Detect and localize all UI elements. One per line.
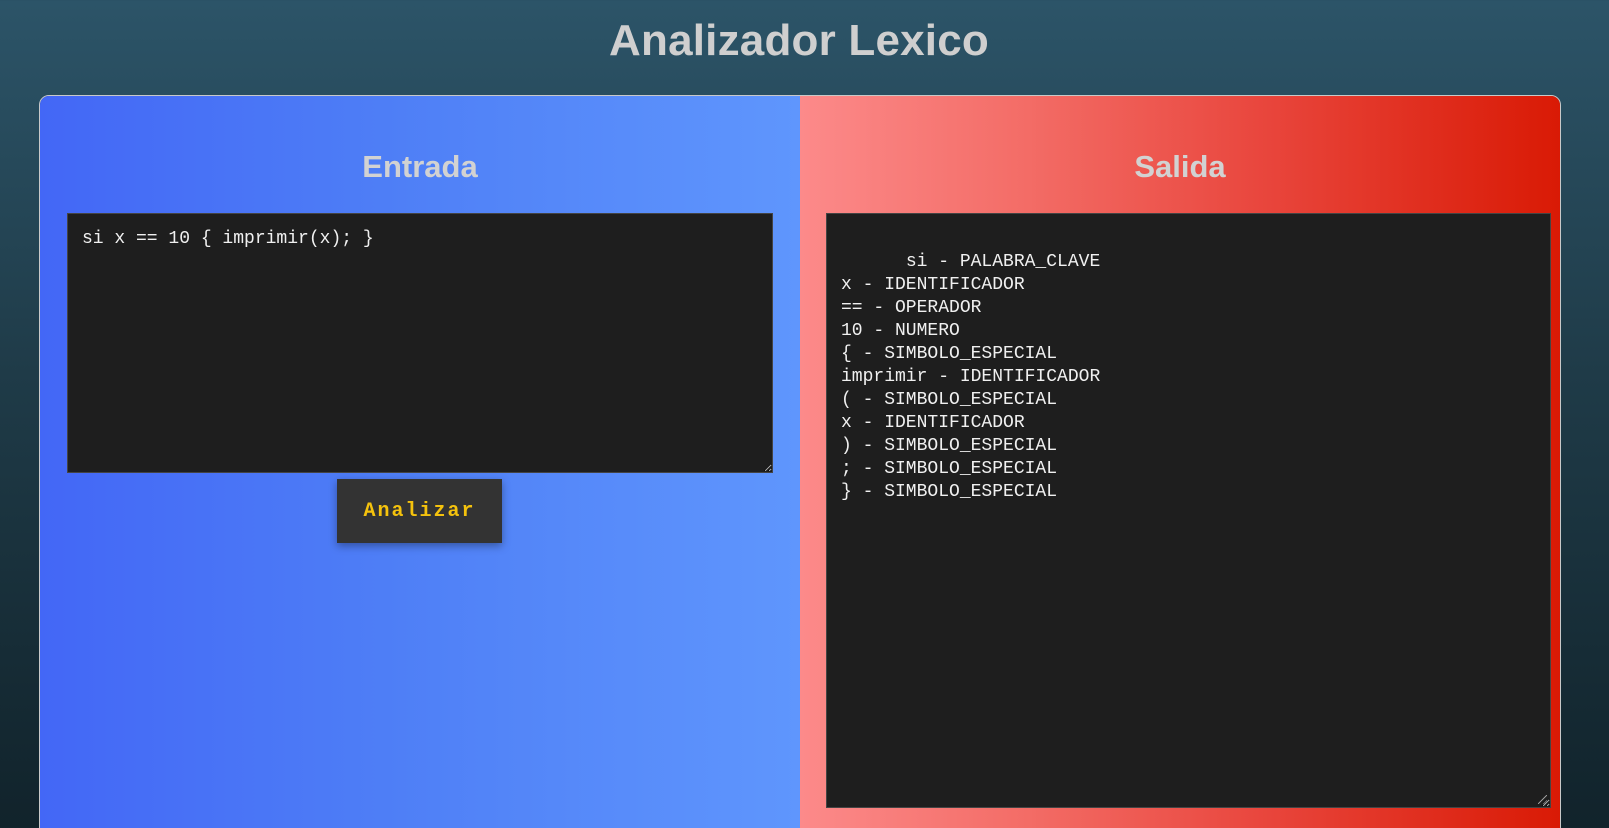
resize-grip-icon[interactable] [1538, 795, 1547, 804]
page-title: Analizador Lexico [609, 16, 989, 65]
token-output-textarea[interactable]: si - PALABRA_CLAVE x - IDENTIFICADOR == … [826, 213, 1551, 808]
input-panel: Entrada si x == 10 { imprimir(x); } Anal… [40, 96, 800, 828]
output-panel-title: Salida [1134, 149, 1226, 184]
code-input-textarea[interactable]: si x == 10 { imprimir(x); } [67, 213, 773, 473]
analyzer-container: Entrada si x == 10 { imprimir(x); } Anal… [39, 95, 1561, 828]
output-panel: Salida si - PALABRA_CLAVE x - IDENTIFICA… [800, 96, 1560, 828]
analyze-button[interactable]: Analizar [337, 479, 502, 543]
token-output-text: si - PALABRA_CLAVE x - IDENTIFICADOR == … [841, 252, 1101, 502]
input-panel-title: Entrada [362, 149, 478, 184]
